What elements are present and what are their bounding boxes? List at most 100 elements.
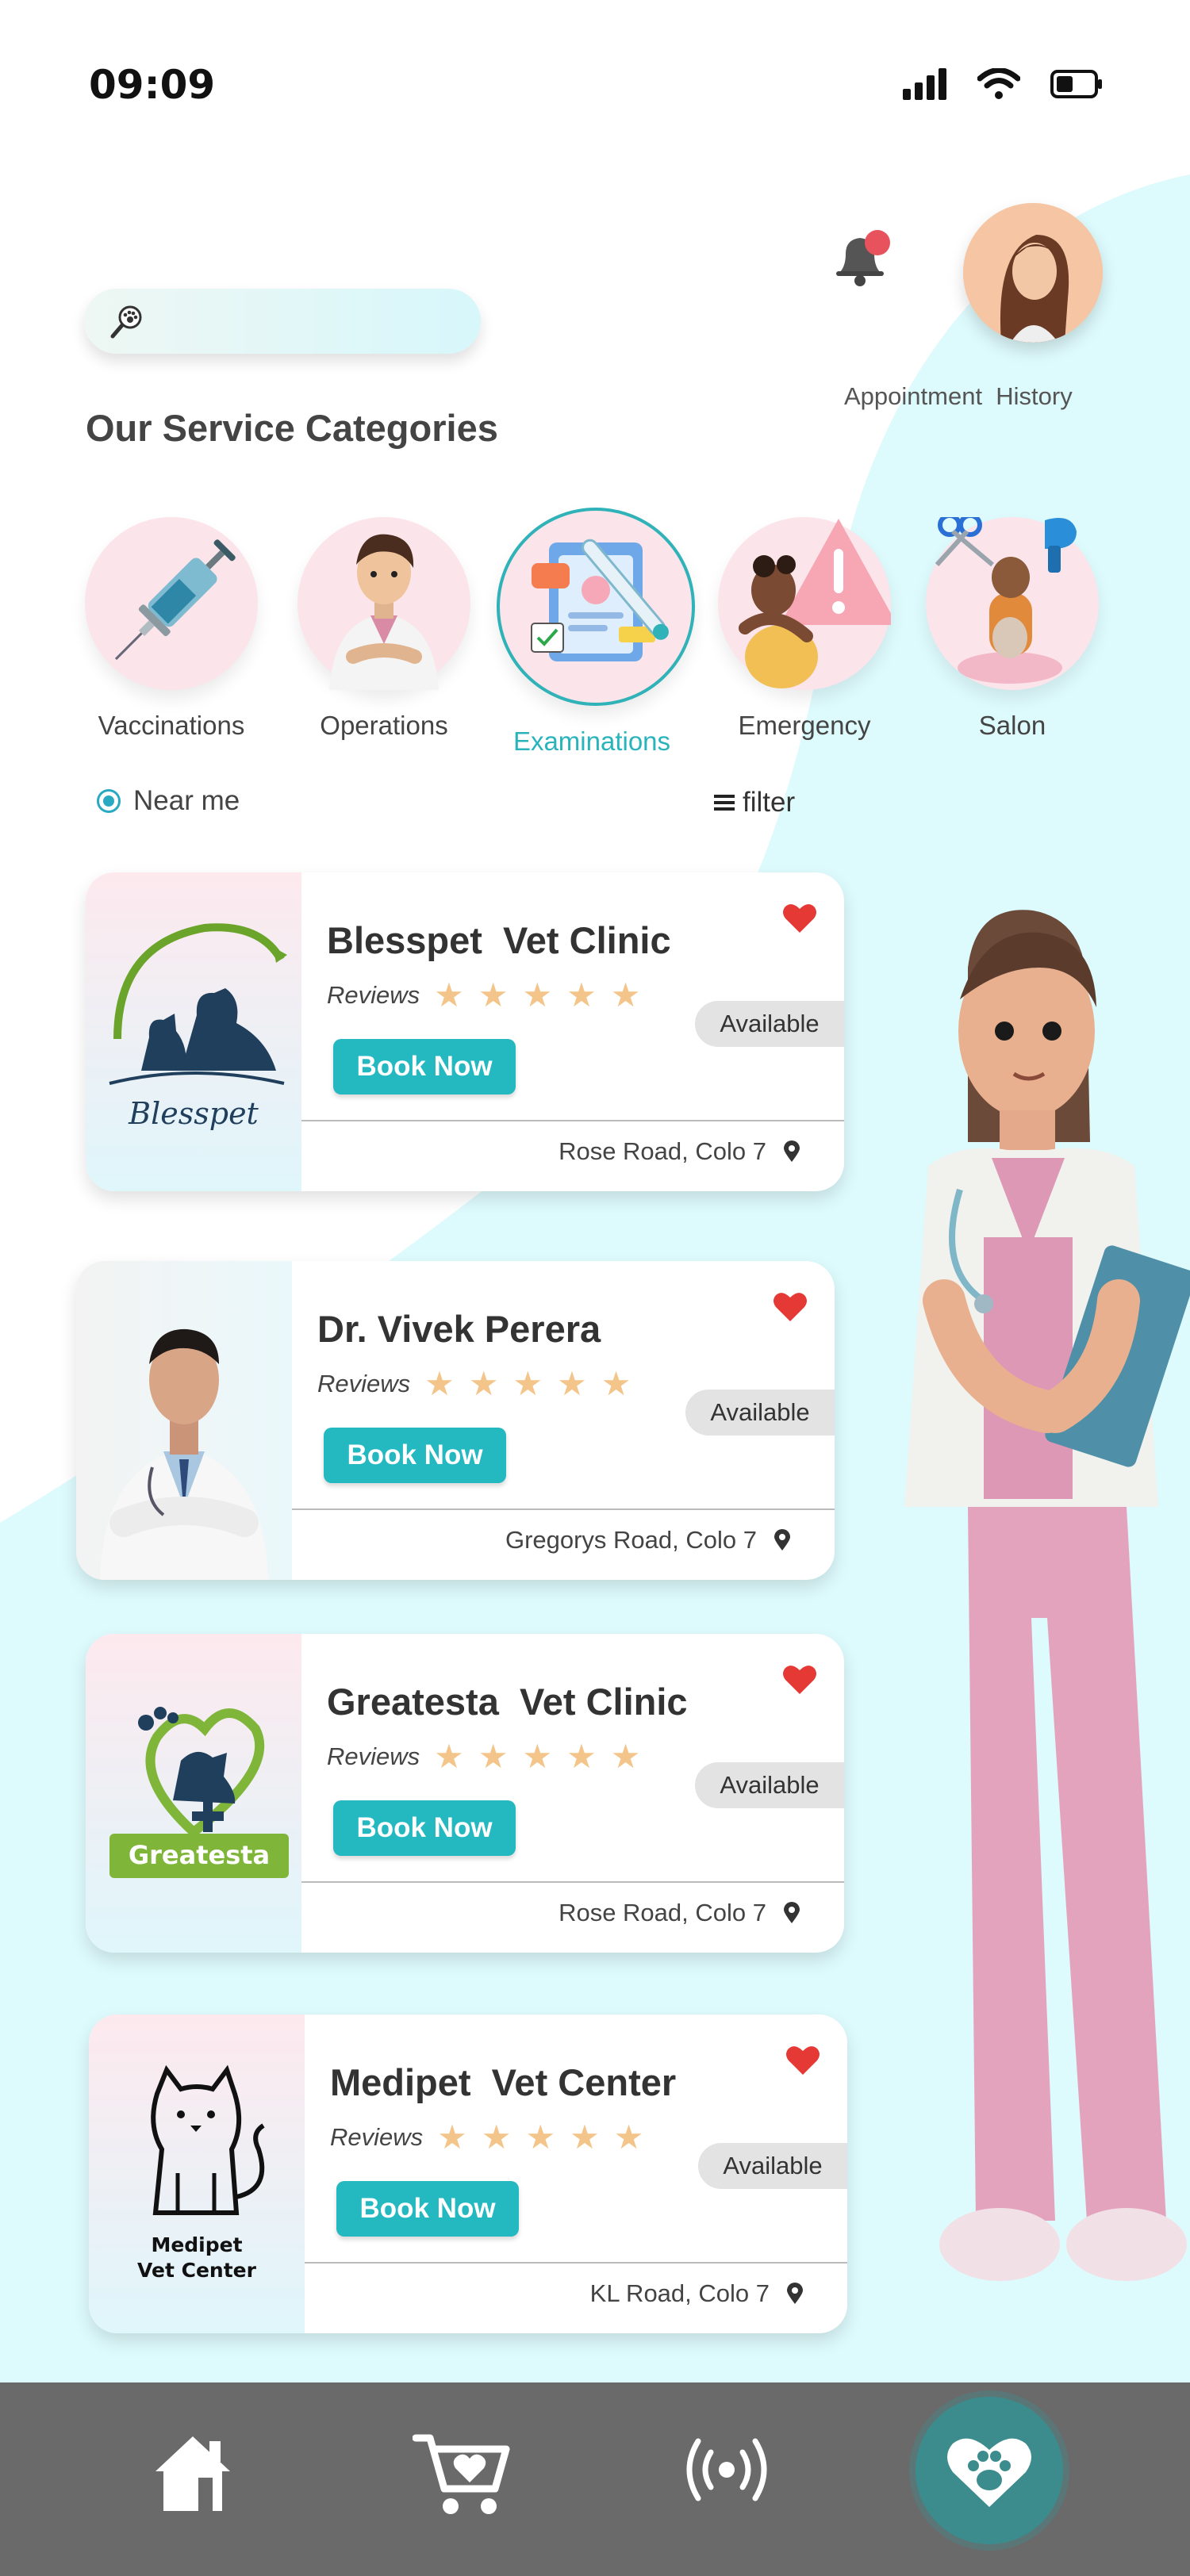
category-label: Vaccinations [98, 711, 245, 740]
reviews-row: Reviews ★ ★ ★ ★ ★ [317, 1367, 631, 1401]
divider [305, 2262, 847, 2264]
home-icon[interactable] [151, 2430, 235, 2518]
location: Gregorys Road, Colo 7 [505, 1526, 790, 1554]
menu-lines-icon [714, 795, 735, 811]
map-pin-icon [787, 2283, 803, 2304]
status-badge: Available [698, 2143, 847, 2189]
heart-icon[interactable] [785, 2045, 820, 2080]
divider [301, 1120, 844, 1121]
doctor-card[interactable]: Dr. Vivek Perera Reviews ★ ★ ★ ★ ★ Book Now … [76, 1261, 835, 1580]
star-icon: ★ [512, 1364, 543, 1403]
filter-label: filter [743, 787, 796, 818]
paw-heart-icon[interactable] [916, 2397, 1063, 2544]
location-text: KL Road, Colo 7 [589, 2279, 770, 2307]
reviews-row: Reviews ★ ★ ★ ★ ★ [327, 1740, 640, 1773]
heart-icon[interactable] [782, 1664, 817, 1700]
category-operations[interactable]: Operations [289, 508, 479, 741]
near-me-toggle[interactable]: Near me [97, 785, 240, 817]
doctor-name: Dr. Vivek Perera [317, 1308, 601, 1350]
surgeon-icon [298, 517, 470, 690]
clinic-logo: Blesspet [86, 872, 301, 1191]
category-vaccinations[interactable]: Vaccinations [76, 508, 267, 741]
star-icon: ★ [525, 2118, 556, 2156]
star-icon: ★ [557, 1364, 587, 1403]
status-badge: Available [685, 1390, 835, 1436]
book-now-button[interactable]: Book Now [333, 1800, 516, 1856]
book-now-button[interactable]: Book Now [336, 2181, 519, 2237]
star-icon: ★ [613, 2118, 644, 2156]
location-text: Gregorys Road, Colo 7 [505, 1526, 757, 1554]
star-icon: ★ [522, 1737, 553, 1776]
reviews-row: Reviews ★ ★ ★ ★ ★ [330, 2121, 643, 2154]
clinic-name: Medipet Vet Center [330, 2061, 677, 2103]
clinic-logo: Greatesta [86, 1634, 301, 1953]
category-label: Salon [978, 711, 1046, 740]
book-now-button[interactable]: Book Now [324, 1428, 506, 1483]
app-screen: 09:09 Appointment History Our Service Ca… [0, 0, 1190, 2576]
bell-icon[interactable] [830, 228, 893, 296]
section-title: Our Service Categories [86, 407, 498, 449]
map-pin-icon [774, 1529, 790, 1551]
location-text: Rose Road, Colo 7 [559, 1137, 766, 1165]
clinic-card[interactable]: Blesspet Blesspet Vet Clinic Reviews ★ ★ ★… [86, 872, 844, 1191]
reviews-label: Reviews [327, 981, 420, 1009]
doctor-illustration [849, 904, 1190, 2320]
broadcast-icon[interactable] [679, 2430, 774, 2513]
filter-button[interactable]: filter [714, 787, 795, 818]
status-icons [903, 68, 1103, 100]
wifi-icon [977, 68, 1020, 99]
heart-icon[interactable] [782, 903, 817, 938]
star-icon: ★ [437, 2118, 467, 2156]
map-pin-icon [784, 1140, 800, 1162]
location: Rose Road, Colo 7 [559, 1899, 800, 1927]
star-icon: ★ [468, 1364, 499, 1403]
location: KL Road, Colo 7 [590, 2279, 803, 2308]
location-text: Rose Road, Colo 7 [559, 1899, 766, 1926]
clinic-logo-text: Blesspet [129, 1096, 259, 1131]
star-icon: ★ [570, 2118, 600, 2156]
category-label: Emergency [738, 711, 871, 740]
heart-icon[interactable] [773, 1291, 808, 1327]
avatar[interactable] [963, 203, 1103, 343]
divider [292, 1508, 835, 1510]
clinic-card[interactable]: Medipet Vet Center Medipet Vet Center Re… [89, 2014, 847, 2333]
star-icon: ★ [424, 1364, 455, 1403]
star-icon: ★ [566, 1737, 597, 1776]
star-icon: ★ [478, 1737, 509, 1776]
radio-button[interactable] [97, 789, 121, 813]
clinic-card[interactable]: Greatesta Greatesta Vet Clinic Reviews ★… [86, 1634, 844, 1953]
star-icon: ★ [481, 2118, 512, 2156]
syringe-icon [85, 517, 258, 690]
category-label: Operations [320, 711, 448, 740]
star-icon: ★ [522, 976, 553, 1014]
battery-icon [1050, 70, 1102, 98]
clinic-logo-text-line1: Medipet [151, 2233, 243, 2256]
warning-icon [718, 517, 897, 690]
category-emergency[interactable]: Emergency [709, 508, 900, 741]
clinic-name: Greatesta Vet Clinic [327, 1681, 688, 1723]
doctor-photo [76, 1261, 292, 1580]
category-examinations[interactable]: Examinations [497, 508, 695, 757]
star-icon: ★ [601, 1364, 631, 1403]
signal-bars-icon [903, 68, 946, 100]
reviews-row: Reviews ★ ★ ★ ★ ★ [327, 979, 640, 1012]
status-badge: Available [695, 1001, 844, 1047]
reviews-label: Reviews [330, 2123, 424, 2151]
search-bar[interactable] [84, 289, 481, 354]
cart-heart-icon[interactable] [412, 2430, 511, 2523]
star-icon: ★ [434, 1737, 464, 1776]
star-icon: ★ [610, 1737, 641, 1776]
category-salon[interactable]: Salon [917, 508, 1107, 741]
scissors-dryer-icon [926, 513, 1099, 690]
category-label: Examinations [512, 726, 671, 756]
star-icon: ★ [478, 976, 509, 1014]
reviews-label: Reviews [317, 1370, 411, 1397]
clipboard-thermometer-icon [497, 508, 695, 706]
near-me-label: Near me [133, 785, 240, 816]
appointment-history-link[interactable]: Appointment History [844, 382, 1073, 411]
clinic-logo-text: Greatesta [128, 1840, 271, 1870]
book-now-button[interactable]: Book Now [333, 1039, 516, 1094]
star-icon: ★ [566, 976, 597, 1014]
divider [301, 1881, 844, 1883]
reviews-label: Reviews [327, 1742, 420, 1770]
